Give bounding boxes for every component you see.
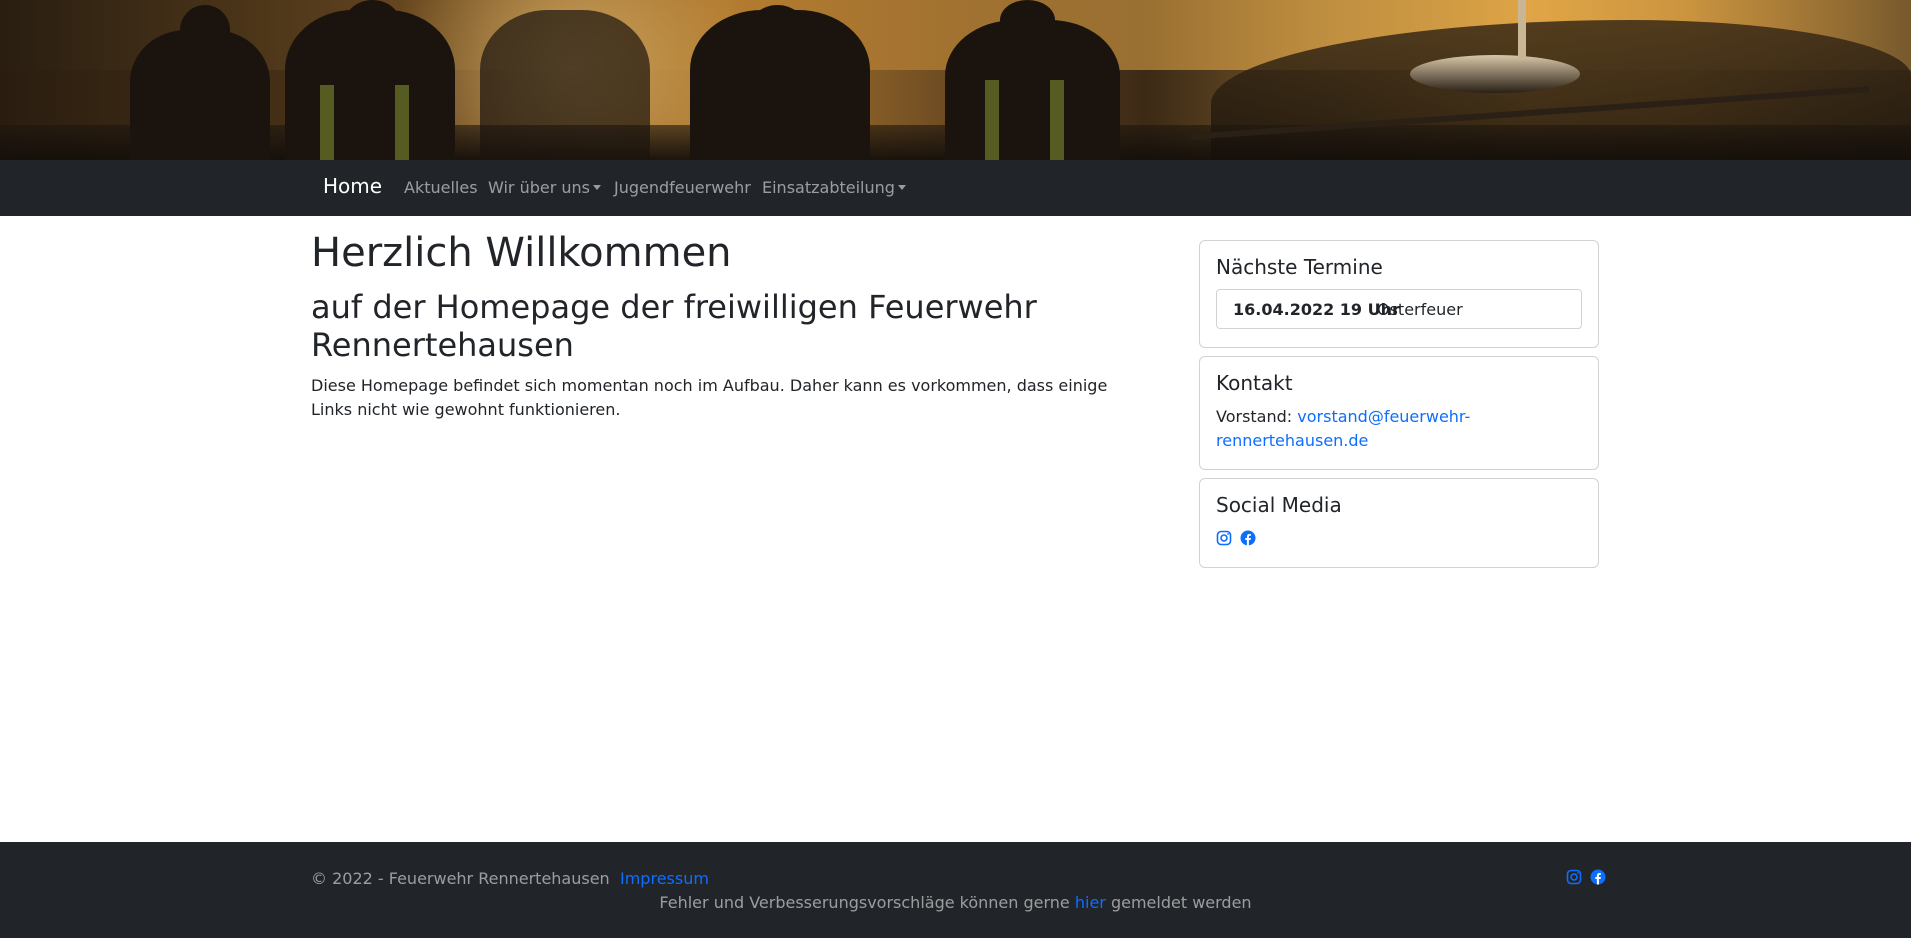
page-footer: © 2022 - Feuerwehr Rennertehausen Impres… [0,842,1911,938]
footer-feedback-note: Fehler und Verbesserungsvorschläge könne… [0,893,1911,912]
termine-card: Nächste Termine 16.04.2022 19 Uhr Osterf… [1199,240,1599,348]
kontakt-title: Kontakt [1216,371,1293,395]
facebook-icon[interactable] [1590,869,1606,885]
instagram-icon[interactable] [1216,530,1232,546]
nav-item-label: Einsatzabteilung [762,178,895,197]
feedback-link[interactable]: hier [1075,893,1106,912]
nav-home-link[interactable]: Home [323,174,382,198]
page-subtitle: auf der Homepage der freiwilligen Feuerw… [311,288,1037,364]
hero-banner-image [0,0,1911,160]
nav-item-label: Wir über uns [488,178,590,197]
nav-item-einsatzabteilung[interactable]: Einsatzabteilung [762,178,906,197]
page-title: Herzlich Willkommen [311,230,732,276]
termin-date: 16.04.2022 19 Uhr [1233,300,1400,319]
social-media-title: Social Media [1216,493,1342,517]
main-navbar: Home Aktuelles Wir über uns Jugendfeuerw… [0,160,1911,216]
nav-item-wir-ueber-uns[interactable]: Wir über uns [488,178,601,197]
facebook-icon[interactable] [1240,530,1256,546]
caret-down-icon [593,184,601,190]
list-item: 16.04.2022 19 Uhr Osterfeuer [1216,289,1582,329]
kontakt-label: Vorstand: [1216,407,1293,426]
kontakt-text: Vorstand: vorstand@feuerwehr-rennertehau… [1216,405,1586,453]
instagram-icon[interactable] [1566,869,1582,885]
social-media-card: Social Media [1199,478,1599,568]
termine-title: Nächste Termine [1216,255,1383,279]
nav-item-aktuelles[interactable]: Aktuelles [404,178,478,197]
footer-note-text: gemeldet werden [1110,893,1252,912]
footer-note-text: Fehler und Verbesserungsvorschläge könne… [659,893,1070,912]
caret-down-icon [897,184,906,190]
intro-text: Diese Homepage befindet sich momentan no… [311,376,1108,419]
impressum-link[interactable]: Impressum [620,869,709,888]
footer-copyright: © 2022 - Feuerwehr Rennertehausen [311,869,610,888]
nav-item-jugendfeuerwehr[interactable]: Jugendfeuerwehr [614,178,751,197]
kontakt-card: Kontakt Vorstand: vorstand@feuerwehr-ren… [1199,356,1599,470]
termin-name: Osterfeuer [1377,300,1463,319]
